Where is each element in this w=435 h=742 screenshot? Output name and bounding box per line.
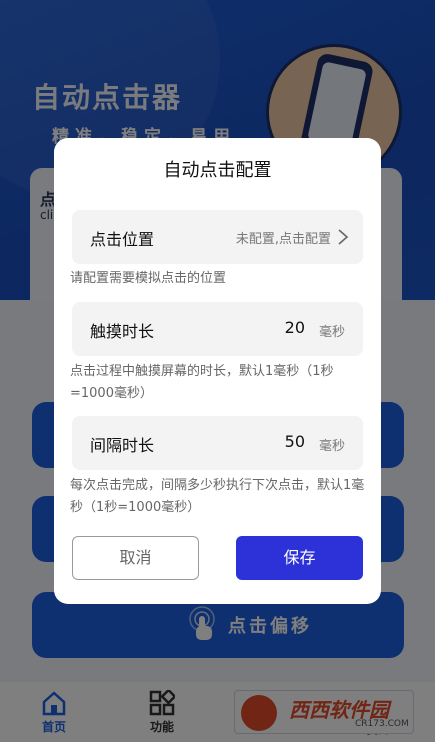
dialog-title: 自动点击配置	[163, 160, 272, 181]
interval-row[interactable]: 间隔时长 50 毫秒	[72, 416, 363, 470]
touch-duration-row[interactable]: 触摸时长 20 毫秒	[72, 302, 363, 356]
chevron-right-icon	[338, 229, 349, 245]
click-position-value: 未配置,点击配置	[235, 232, 331, 247]
click-position-hint: 请配置需要模拟点击的位置	[70, 271, 227, 286]
touch-duration-input[interactable]: 20	[285, 318, 305, 337]
interval-unit: 毫秒	[318, 439, 345, 454]
touch-duration-label: 触摸时长	[90, 322, 155, 341]
interval-hint: 每次点击完成，间隔多少秒执行下次点击，默认1毫秒（1秒=1000毫秒）	[70, 478, 365, 515]
click-position-label: 点击位置	[90, 230, 155, 249]
save-button[interactable]: 保存	[236, 536, 363, 580]
click-config-dialog: 自动点击配置 点击位置 未配置,点击配置 请配置需要模拟点击的位置 触摸时长 2…	[54, 138, 381, 604]
interval-input[interactable]: 50	[285, 432, 305, 451]
interval-label: 间隔时长	[90, 436, 155, 455]
cancel-button[interactable]: 取消	[72, 536, 199, 580]
touch-duration-unit: 毫秒	[318, 325, 345, 340]
click-position-row[interactable]: 点击位置 未配置,点击配置	[72, 210, 363, 264]
touch-duration-hint: 点击过程中触摸屏幕的时长，默认1毫秒（1秒=1000毫秒）	[70, 364, 334, 401]
